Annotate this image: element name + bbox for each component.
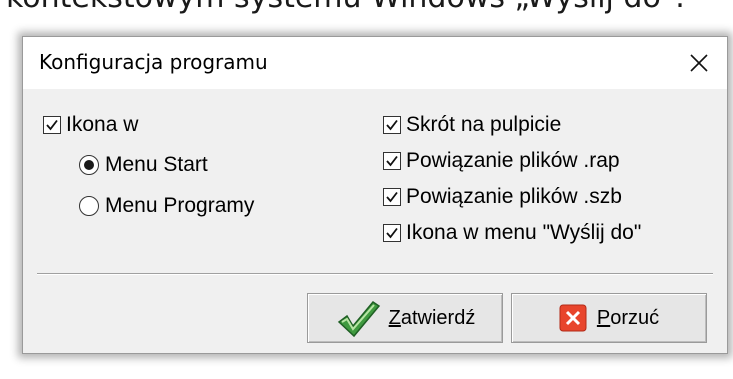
dialog-title: Konfiguracja programu <box>39 50 268 74</box>
close-icon <box>690 54 708 72</box>
zatwierdz-label: Zatwierdź <box>388 306 476 329</box>
separator <box>37 273 713 275</box>
checkbox-box <box>383 152 401 170</box>
checkmark-icon <box>337 301 380 338</box>
porzuc-button[interactable]: Porzuć <box>511 293 707 343</box>
skrot-na-pulpicie-checkbox[interactable]: Skrót na pulpicie <box>383 113 561 137</box>
radio-dot <box>84 160 94 170</box>
check-icon <box>46 119 58 131</box>
skrot-na-pulpicie-label: Skrót na pulpicie <box>406 113 562 136</box>
check-icon <box>386 227 398 239</box>
check-icon <box>386 119 398 131</box>
radio-menu-programy[interactable]: Menu Programy <box>79 194 254 218</box>
powiazanie-rap-checkbox[interactable]: Powiązanie plików .rap <box>383 149 620 173</box>
background-text: kontekstowym systemu Windows „Wyślij do”… <box>0 0 733 18</box>
check-icon <box>386 191 398 203</box>
powiazanie-rap-label: Powiązanie plików .rap <box>406 149 620 172</box>
ikona-w-checkbox[interactable]: Ikona w <box>43 113 138 137</box>
title-bar: Konfiguracja programu <box>23 37 727 89</box>
check-icon <box>386 155 398 167</box>
zatwierdz-button[interactable]: Zatwierdź <box>307 293 503 343</box>
checkbox-box <box>43 116 61 134</box>
configuration-dialog: Konfiguracja programu Ikona w Menu Start… <box>22 36 728 354</box>
radio-menu-start[interactable]: Menu Start <box>79 153 208 177</box>
close-button[interactable] <box>681 45 717 81</box>
checkbox-box <box>383 116 401 134</box>
ikona-w-label: Ikona w <box>66 113 139 136</box>
radio-circle <box>79 155 99 175</box>
porzuc-label: Porzuć <box>596 306 660 329</box>
ikona-wyslij-do-label: Ikona w menu "Wyślij do" <box>406 221 642 244</box>
checkbox-box <box>383 224 401 242</box>
ikona-wyslij-do-checkbox[interactable]: Ikona w menu "Wyślij do" <box>383 221 641 245</box>
radio-circle <box>79 196 99 216</box>
checkbox-box <box>383 188 401 206</box>
powiazanie-szb-label: Powiązanie plików .szb <box>406 185 622 208</box>
radio-menu-programy-label: Menu Programy <box>105 194 255 217</box>
powiazanie-szb-checkbox[interactable]: Powiązanie plików .szb <box>383 185 622 209</box>
radio-menu-start-label: Menu Start <box>105 153 208 176</box>
x-icon <box>559 304 587 332</box>
